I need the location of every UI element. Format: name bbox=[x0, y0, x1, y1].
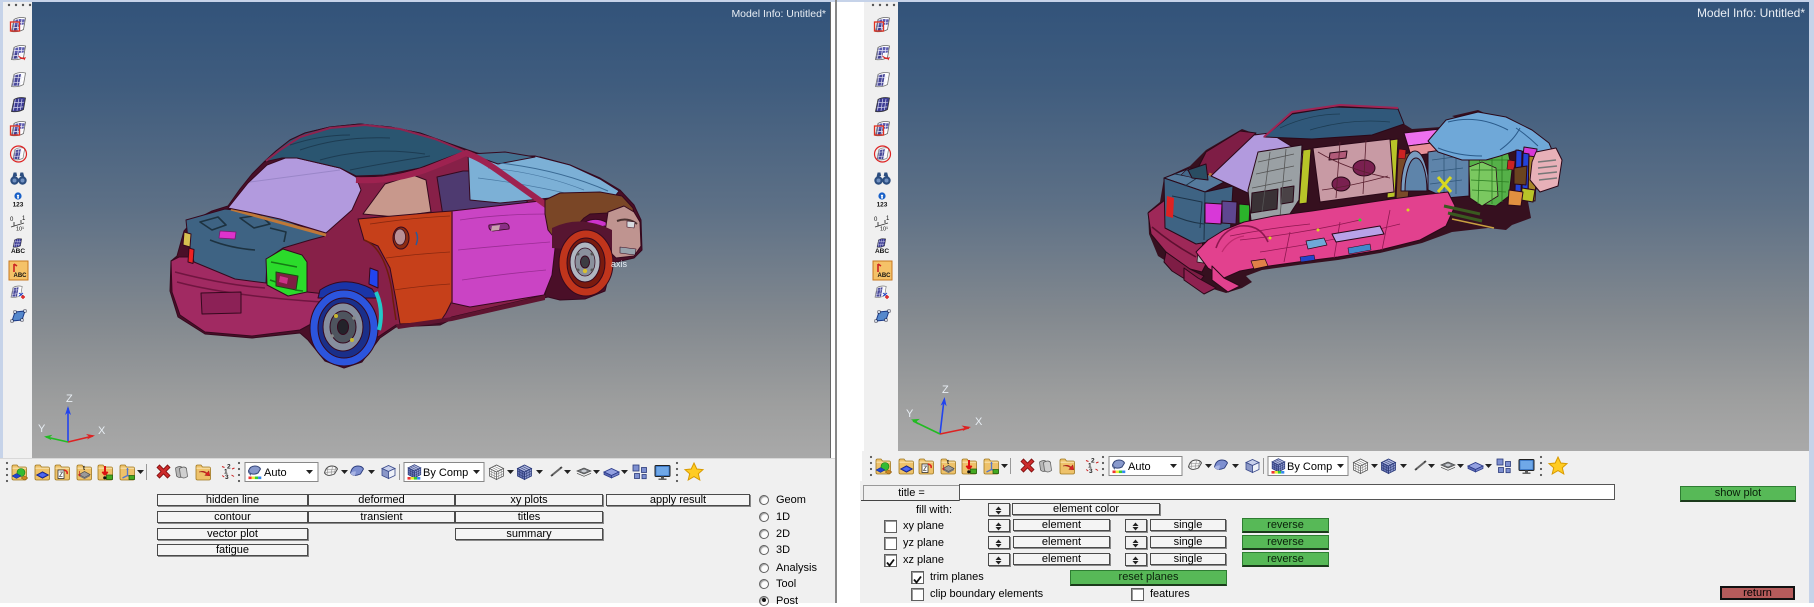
svg-text:X: X bbox=[98, 425, 106, 437]
svg-text:X: X bbox=[975, 416, 983, 428]
svg-text:Y: Y bbox=[906, 408, 914, 420]
svg-text:Y: Y bbox=[38, 423, 46, 435]
svg-text:Z: Z bbox=[66, 393, 73, 405]
svg-text:Z: Z bbox=[942, 384, 949, 396]
